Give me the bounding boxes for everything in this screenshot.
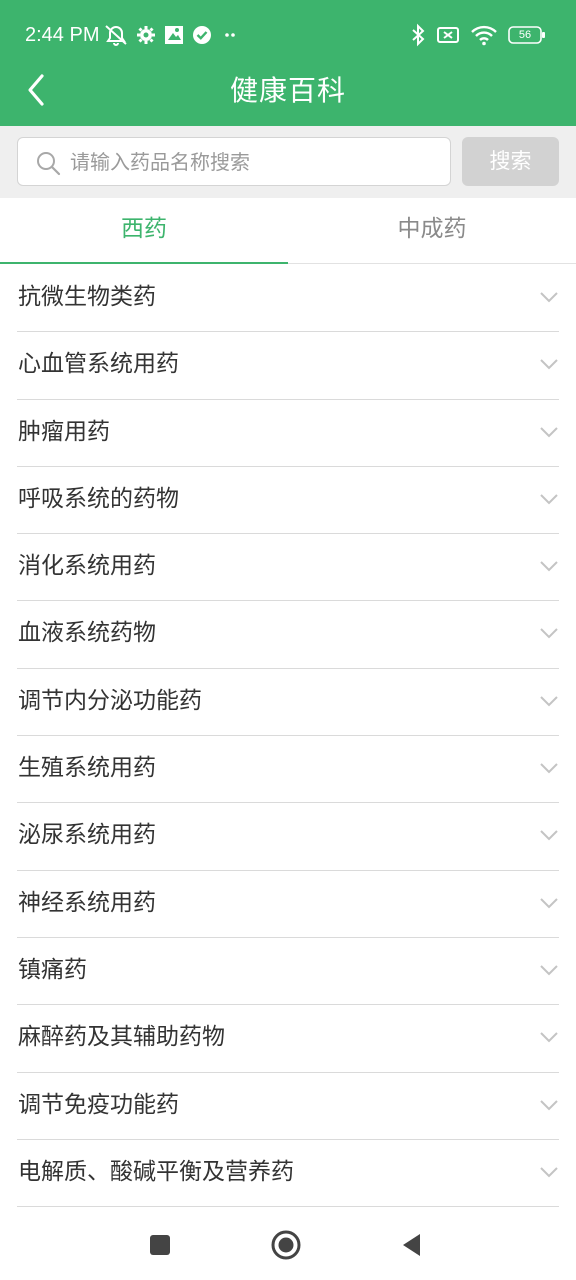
list-item[interactable]: 肿瘤用药 xyxy=(17,400,559,467)
battery-level: 56 xyxy=(518,29,532,41)
category-label: 血液系统药物 xyxy=(18,620,156,647)
tab-chinese-patent-medicine[interactable]: 中成药 xyxy=(288,198,576,264)
list-item[interactable]: 调节内分泌功能药 xyxy=(17,669,559,737)
active-tab-indicator xyxy=(0,262,288,264)
tab-western-medicine[interactable]: 西药 xyxy=(0,198,288,264)
category-label: 肿瘤用药 xyxy=(18,418,110,445)
category-label: 镇痛药 xyxy=(18,956,87,983)
status-notification-icons xyxy=(103,22,241,48)
chevron-down-icon xyxy=(540,1099,558,1110)
chevron-down-icon xyxy=(540,426,558,438)
category-label: 调节免疫功能药 xyxy=(18,1091,179,1118)
check-badge-icon xyxy=(191,24,213,46)
chevron-down-icon xyxy=(540,292,558,303)
search-box xyxy=(17,137,451,186)
list-item[interactable]: 血液系统药物 xyxy=(17,601,559,669)
nav-back-button[interactable] xyxy=(395,1228,429,1262)
list-item[interactable]: 呼吸系统的药物 xyxy=(17,467,559,535)
list-item[interactable]: 泌尿系统用药 xyxy=(17,803,559,871)
list-item[interactable]: 调节免疫功能药 xyxy=(17,1073,559,1140)
tab-bar: 西药 中成药 xyxy=(0,198,576,264)
nav-home-button[interactable] xyxy=(269,1228,303,1262)
category-label: 抗微生物类药 xyxy=(18,284,156,310)
app-header: 健康百科 xyxy=(0,56,576,126)
category-label: 麻醉药及其辅助药物 xyxy=(18,1024,225,1051)
image-app-icon xyxy=(163,24,185,46)
chevron-down-icon xyxy=(540,763,558,774)
chevron-down-icon xyxy=(540,830,558,841)
app-top-bar: 2:44 PM 56 健康百科 xyxy=(0,0,576,126)
more-notifications-icon xyxy=(219,24,241,46)
status-time: 2:44 PM xyxy=(25,24,100,46)
list-item[interactable]: 消化系统用药 xyxy=(17,534,559,602)
chevron-down-icon xyxy=(540,965,558,976)
chevron-down-icon xyxy=(540,897,558,909)
status-system-icons: 56 xyxy=(410,22,546,48)
nav-recents-button[interactable] xyxy=(143,1228,177,1262)
circle-icon xyxy=(271,1230,301,1260)
list-item[interactable]: 生殖系统用药 xyxy=(17,736,559,804)
chevron-down-icon xyxy=(540,1032,558,1043)
chevron-down-icon xyxy=(540,494,558,505)
category-list: 抗微生物类药 心血管系统用药 肿瘤用药 呼吸系统的药物 消化系统用药 血液系统药… xyxy=(0,265,576,1208)
chevron-down-icon xyxy=(540,628,558,639)
chevron-down-icon xyxy=(540,561,558,572)
system-nav-bar xyxy=(0,1210,576,1280)
list-item[interactable]: 神经系统用药 xyxy=(17,871,559,938)
square-icon xyxy=(150,1235,170,1255)
search-button[interactable]: 搜索 xyxy=(462,137,559,186)
chevron-down-icon xyxy=(540,696,558,707)
chevron-down-icon xyxy=(540,359,558,370)
settings-gear-icon xyxy=(135,24,157,46)
list-item[interactable]: 镇痛药 xyxy=(17,938,559,1006)
category-label: 心血管系统用药 xyxy=(18,351,179,378)
page-title: 健康百科 xyxy=(229,74,346,107)
battery-icon: 56 xyxy=(508,26,546,44)
list-item[interactable]: 抗微生物类药 xyxy=(17,265,559,333)
search-icon xyxy=(37,152,61,176)
category-label: 消化系统用药 xyxy=(18,553,156,580)
list-item[interactable]: 电解质、酸碱平衡及营养药 xyxy=(17,1140,559,1208)
category-label: 神经系统用药 xyxy=(18,889,156,916)
chevron-down-icon xyxy=(540,1167,558,1178)
search-input[interactable] xyxy=(70,138,442,185)
category-label: 泌尿系统用药 xyxy=(18,822,156,849)
category-label: 调节内分泌功能药 xyxy=(18,687,202,714)
triangle-left-icon xyxy=(403,1234,420,1256)
bluetooth-icon xyxy=(410,23,426,47)
no-sim-icon xyxy=(436,24,460,46)
search-bar: 搜索 xyxy=(0,126,576,198)
list-item[interactable]: 麻醉药及其辅助药物 xyxy=(17,1005,559,1073)
alarm-off-icon xyxy=(103,23,129,47)
wifi-icon xyxy=(470,24,498,46)
list-item[interactable]: 心血管系统用药 xyxy=(17,332,559,400)
category-label: 呼吸系统的药物 xyxy=(18,485,179,512)
category-label: 电解质、酸碱平衡及营养药 xyxy=(18,1158,294,1185)
category-label: 生殖系统用药 xyxy=(18,755,156,782)
